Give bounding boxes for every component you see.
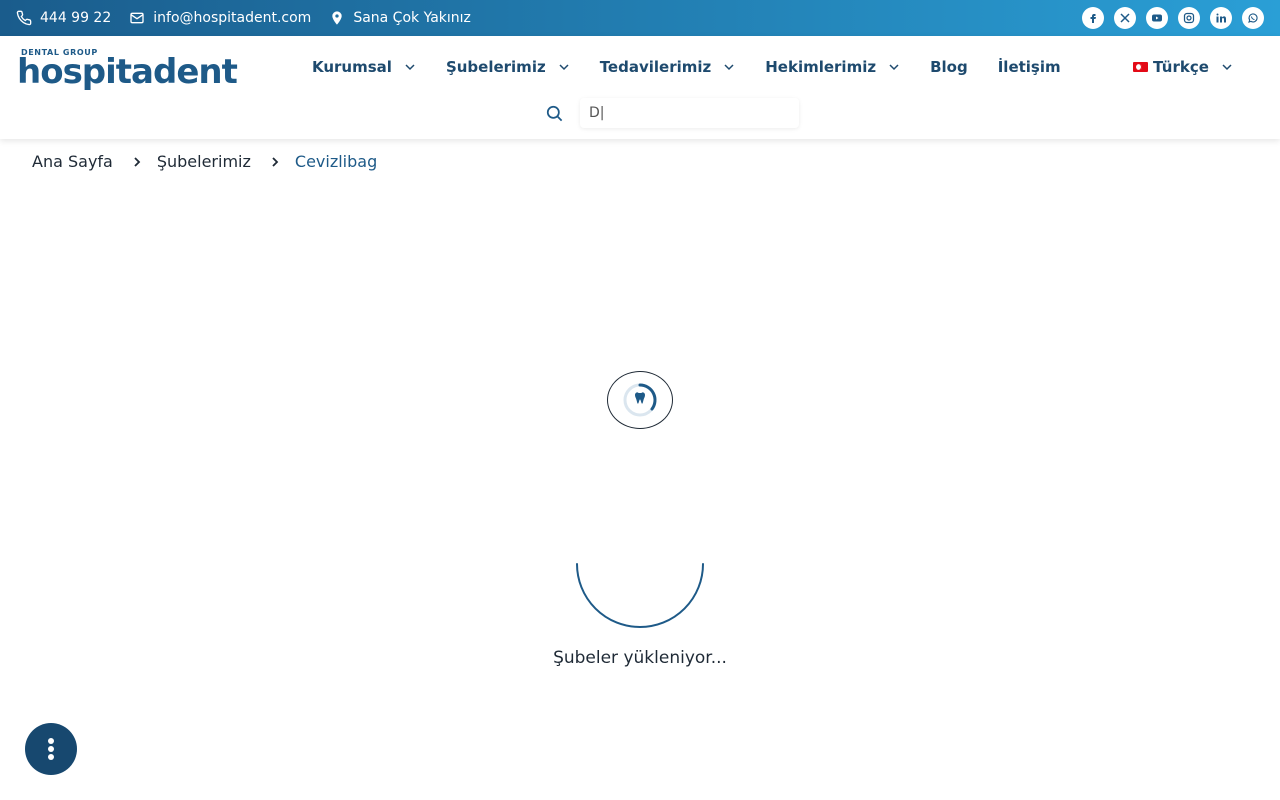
loading-message: Şubeler yükleniyor...	[553, 648, 727, 668]
branches-spinner-icon	[576, 563, 704, 628]
chevron-down-icon	[559, 64, 569, 71]
email-link[interactable]: info@hospitadent.com	[129, 10, 311, 26]
nav-item-label: Şubelerimiz	[445, 58, 546, 76]
breadcrumb-current: Cevizlibag	[294, 152, 378, 171]
map-pin-icon	[332, 11, 342, 25]
nav-item-blog[interactable]: Blog	[930, 58, 968, 76]
brand-logo[interactable]: DENTAL GROUP hospitadent	[17, 48, 238, 100]
tooth-spinner-icon	[623, 383, 657, 417]
mail-icon	[130, 12, 144, 24]
chevron-down-icon	[889, 64, 899, 71]
instagram-link[interactable]	[1178, 7, 1200, 29]
whatsapp-icon	[1248, 13, 1258, 23]
nav-item-label: Tedavilerimiz	[599, 58, 712, 76]
chevron-down-icon	[724, 64, 734, 71]
chevron-right-icon	[272, 156, 279, 167]
email-address: info@hospitadent.com	[153, 10, 312, 26]
chevron-right-icon	[134, 156, 141, 167]
top-bar: 444 99 22 info@hospitadent.com Sana Çok …	[0, 0, 1280, 36]
page-loader	[607, 371, 673, 429]
search-input[interactable]	[580, 98, 799, 128]
phone-icon	[16, 10, 32, 26]
instagram-icon	[1183, 12, 1195, 24]
main-nav: Kurumsal Şubelerimiz Tedavilerimiz Hekim…	[312, 53, 1091, 81]
nav-item-hekimlerimiz[interactable]: Hekimlerimiz	[765, 58, 900, 76]
main-header: DENTAL GROUP hospitadent Kurumsal Şubele…	[0, 36, 1280, 139]
whatsapp-link[interactable]	[1242, 7, 1264, 29]
chevron-down-icon	[1222, 64, 1232, 71]
x-link[interactable]	[1114, 7, 1136, 29]
nav-item-iletisim[interactable]: İletişim	[998, 58, 1061, 76]
nav-item-kurumsal[interactable]: Kurumsal	[312, 58, 416, 76]
linkedin-icon	[1216, 13, 1226, 23]
more-vertical-icon	[48, 738, 54, 760]
breadcrumb: Ana Sayfa Şubelerimiz Cevizlibag	[32, 152, 377, 171]
facebook-icon	[1090, 14, 1096, 23]
chevron-down-icon	[405, 64, 415, 71]
phone-number: 444 99 22	[40, 10, 112, 26]
search-icon[interactable]	[545, 104, 564, 123]
nav-item-label: Hekimlerimiz	[765, 58, 877, 76]
facebook-link[interactable]	[1082, 7, 1104, 29]
search-bar	[545, 98, 799, 128]
language-selector[interactable]: Türkçe	[1133, 53, 1233, 81]
turkey-flag-icon	[1133, 62, 1148, 72]
linkedin-link[interactable]	[1210, 7, 1232, 29]
location-link[interactable]: Sana Çok Yakınız	[329, 10, 471, 26]
nav-item-label: Blog	[930, 58, 968, 76]
nav-item-tedavilerimiz[interactable]: Tedavilerimiz	[600, 58, 736, 76]
phone-link[interactable]: 444 99 22	[16, 10, 111, 26]
more-options-button[interactable]	[25, 723, 77, 775]
social-links	[1082, 7, 1264, 29]
location-text: Sana Çok Yakınız	[353, 10, 471, 26]
breadcrumb-home[interactable]: Ana Sayfa	[32, 152, 113, 171]
nav-item-label: İletişim	[997, 58, 1061, 76]
nav-item-subelerimiz[interactable]: Şubelerimiz	[446, 58, 570, 76]
x-icon	[1120, 13, 1130, 23]
language-label: Türkçe	[1153, 58, 1209, 76]
logo-wordmark: hospitadent	[17, 52, 238, 92]
youtube-link[interactable]	[1146, 7, 1168, 29]
youtube-icon	[1152, 14, 1162, 22]
nav-item-label: Kurumsal	[312, 58, 392, 76]
breadcrumb-branches[interactable]: Şubelerimiz	[157, 152, 251, 171]
